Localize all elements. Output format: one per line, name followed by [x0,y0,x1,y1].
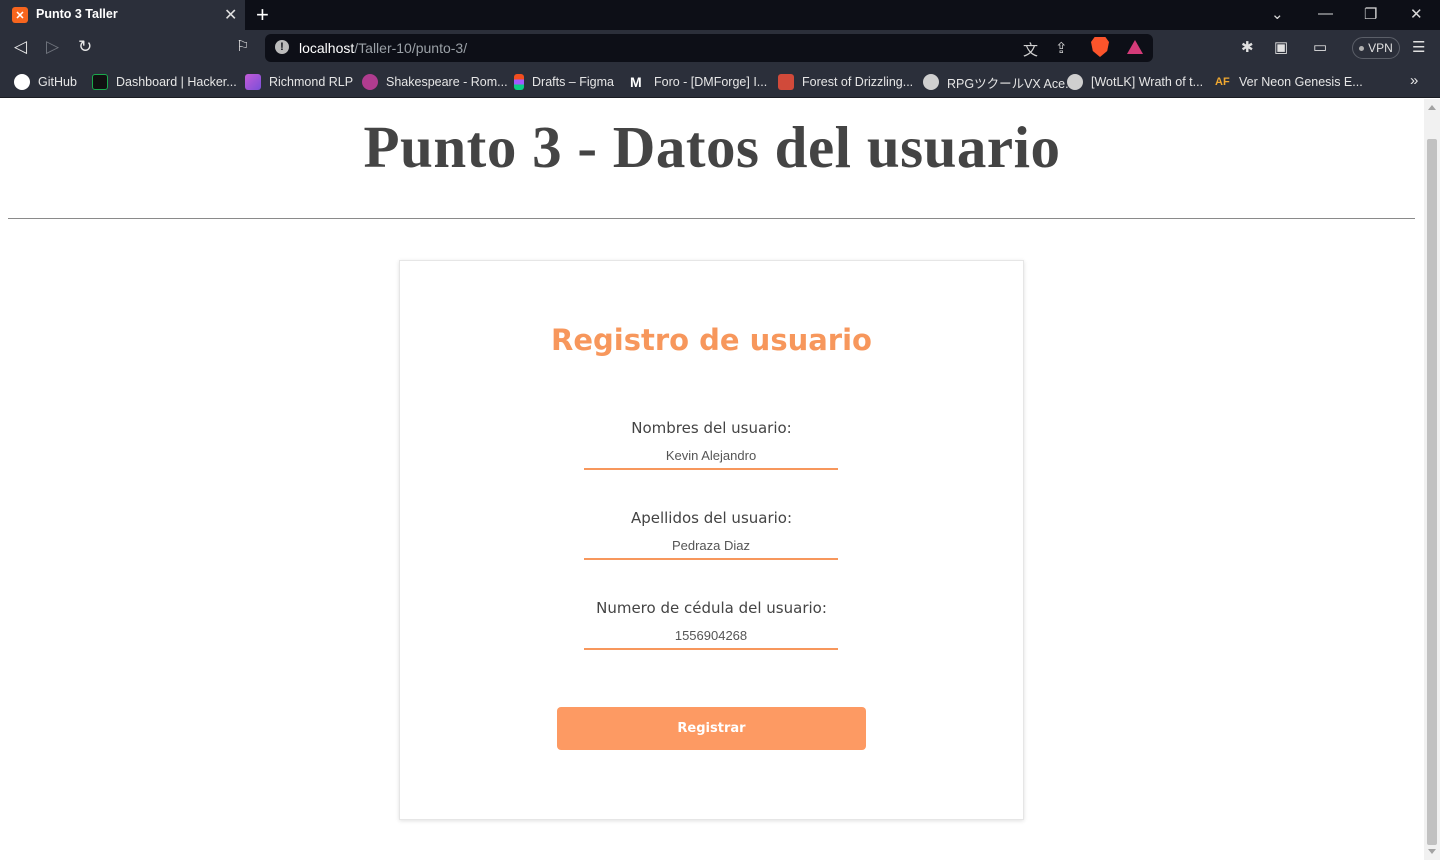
page-viewport: Punto 3 - Datos del usuario Registro de … [0,99,1424,860]
bookmark-label: Forest of Drizzling... [802,75,914,89]
bookmark-label: Ver Neon Genesis E... [1239,75,1363,89]
first-name-input[interactable] [584,442,838,470]
github-icon [14,74,30,90]
hackerrank-icon [92,74,108,90]
bookmark-label: GitHub [38,75,77,89]
globe-icon [1067,74,1083,90]
close-window-button[interactable]: ✕ [1410,5,1423,23]
bookmark-rpg[interactable]: RPGツクールVX Ace... [923,72,1076,92]
globe-icon [923,74,939,90]
bookmark-wotlk[interactable]: [WotLK] Wrath of t... [1067,72,1203,92]
bookmark-foro[interactable]: M Foro - [DMForge] I... [630,72,767,92]
bookmark-richmond[interactable]: Richmond RLP [245,72,353,92]
shakespeare-icon [362,74,378,90]
horizontal-rule [8,218,1415,219]
url-text: localhost/Taller-10/punto-3/ [299,40,468,56]
brave-rewards-icon[interactable] [1127,40,1143,54]
tab-title: Punto 3 Taller [36,7,118,21]
minimize-button[interactable]: — [1318,5,1333,22]
figma-icon [514,74,524,90]
forum-icon: M [630,74,642,90]
scroll-down-icon[interactable] [1428,849,1436,854]
richmond-icon [245,74,261,90]
bookmark-github[interactable]: GitHub [14,72,77,92]
bookmark-shakespeare[interactable]: Shakespeare - Rom... [362,72,508,92]
share-icon[interactable]: ⇪ [1055,39,1068,57]
first-name-label: Nombres del usuario: [631,419,792,437]
brave-shields-icon[interactable] [1091,37,1109,57]
new-tab-button[interactable]: + [256,2,269,28]
bookmarks-bar: GitHub Dashboard | Hacker... Richmond RL… [0,66,1440,98]
page-title: Punto 3 - Datos del usuario [363,114,1061,180]
address-bar[interactable]: ! localhost/Taller-10/punto-3/ 文 ⇪ [265,34,1153,62]
back-button[interactable]: ◁ [14,37,27,57]
vpn-label: VPN [1368,41,1393,55]
form-heading: Registro de usuario [551,323,872,357]
bookmark-forest[interactable]: Forest of Drizzling... [778,72,913,92]
forward-button[interactable]: ▷ [46,37,59,57]
bookmark-label: [WotLK] Wrath of t... [1091,75,1204,89]
browser-tab[interactable]: ✕ Punto 3 Taller ✕ [0,0,245,30]
vertical-scrollbar[interactable] [1424,99,1440,860]
bookmark-hackerrank[interactable]: Dashboard | Hacker... [92,72,237,92]
site-info-icon[interactable]: ! [275,40,289,54]
tab-strip: ✕ Punto 3 Taller ✕ + ⌄ — ❐ ✕ [0,0,1440,30]
registration-form: Registro de usuario Nombres del usuario:… [399,260,1024,820]
bookmark-label: RPGツクールVX Ace... [947,76,1076,91]
bookmark-label: Drafts – Figma [532,75,614,89]
vpn-button[interactable]: VPN [1352,37,1400,59]
last-name-input[interactable] [584,532,838,560]
bookmark-label: Foro - [DMForge] I... [654,75,768,89]
restore-button[interactable]: ❐ [1364,5,1377,23]
vpn-status-dot [1359,45,1365,51]
bookmark-label: Dashboard | Hacker... [116,75,237,89]
id-number-input[interactable] [584,622,838,650]
wallet-icon[interactable]: ▭ [1313,38,1327,56]
register-button[interactable]: Registrar [557,707,866,750]
translate-icon[interactable]: 文 [1023,39,1038,60]
extensions-icon[interactable]: ✱ [1241,38,1254,56]
animeflv-icon: AF [1215,76,1230,88]
xampp-icon: ✕ [12,7,28,23]
id-number-label: Numero de cédula del usuario: [596,599,827,617]
bookmark-icon[interactable]: ⚐ [236,37,249,55]
bookmark-figma[interactable]: Drafts – Figma [514,72,614,92]
bookmark-label: Shakespeare - Rom... [386,75,508,89]
sidebar-icon[interactable]: ▣ [1274,38,1288,56]
last-name-label: Apellidos del usuario: [630,509,793,527]
scroll-up-icon[interactable] [1428,105,1436,110]
scroll-thumb[interactable] [1427,139,1437,845]
browser-toolbar: ◁ ▷ ↻ ⚐ ! localhost/Taller-10/punto-3/ 文… [0,30,1440,66]
bookmark-animeflv[interactable]: AF Ver Neon Genesis E... [1215,72,1363,92]
forest-icon [778,74,794,90]
more-bookmarks-icon[interactable]: » [1410,72,1418,89]
tab-search-icon[interactable]: ⌄ [1271,5,1284,23]
reload-button[interactable]: ↻ [78,37,92,57]
bookmark-label: Richmond RLP [269,75,354,89]
close-tab-icon[interactable]: ✕ [224,5,237,25]
menu-icon[interactable]: ☰ [1412,38,1425,56]
